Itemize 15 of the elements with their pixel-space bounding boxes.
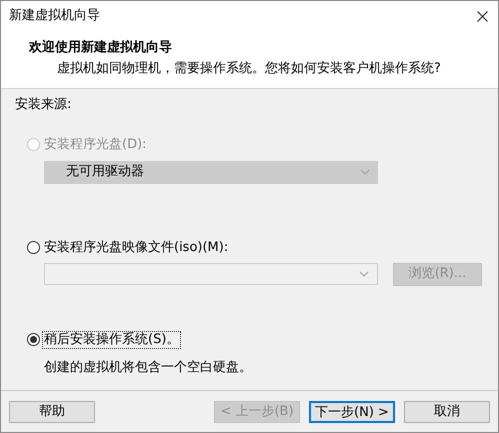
dialog-button[interactable]: 帮助 <box>9 400 95 422</box>
radio-label[interactable]: 稍后安装操作系统(S)。 <box>43 332 180 348</box>
section-label: 安装来源: <box>15 96 72 114</box>
option-description: 创建的虚拟机将包含一个空白硬盘。 <box>44 358 253 376</box>
window-title: 新建虚拟机向导 <box>9 7 100 26</box>
close-icon[interactable] <box>477 10 488 22</box>
radio-button[interactable] <box>27 241 40 254</box>
radio-label[interactable]: 安装程序光盘映像文件(iso)(M): <box>43 240 230 256</box>
radio-button[interactable] <box>27 333 40 346</box>
chevron-down-icon <box>359 271 369 277</box>
wizard-title: 欢迎使用新建虚拟机向导 <box>29 38 173 57</box>
dialog-button[interactable]: 下一步(N) > <box>309 400 395 422</box>
dialog-button[interactable]: 取消 <box>404 400 490 422</box>
wizard-subtitle: 虚拟机如同物理机，需要操作系统。您将如何安装客户机操作系统? <box>57 60 442 78</box>
chevron-down-icon <box>360 169 370 175</box>
